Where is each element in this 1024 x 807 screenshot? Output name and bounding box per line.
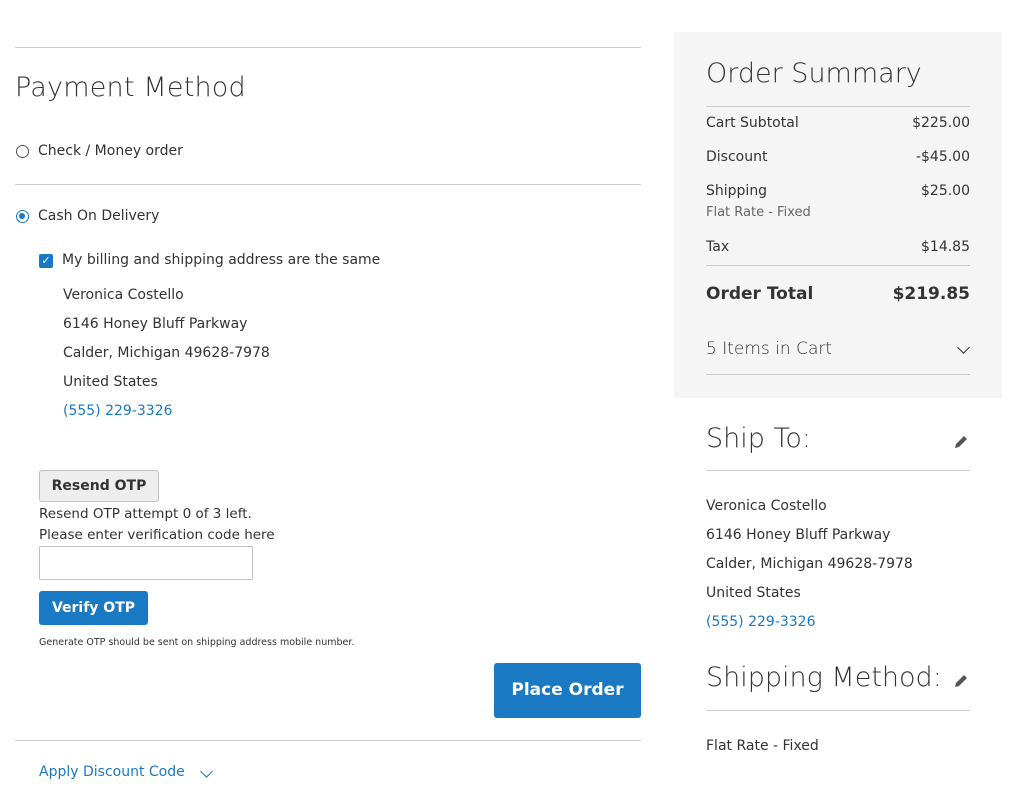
radio-check-money-order[interactable] [16, 145, 29, 158]
payment-option-check-money-order[interactable]: Check / Money order [15, 142, 315, 162]
verify-otp-button[interactable]: Verify OTP [39, 591, 148, 625]
summary-row-value: -$45.00 [915, 149, 970, 165]
items-in-cart-label: 5 Items in Cart [706, 339, 833, 359]
payment-method-title: Payment Method [15, 72, 246, 103]
radio-cash-on-delivery[interactable] [16, 210, 29, 223]
chevron-down-icon [200, 765, 213, 778]
chevron-down-icon [957, 341, 970, 354]
resend-otp-attempt-text: Resend OTP attempt 0 of 3 left. [39, 506, 252, 522]
summary-row-label: Cart Subtotal [706, 115, 799, 131]
otp-code-input[interactable] [39, 546, 253, 580]
billing-name: Veronica Costello [63, 287, 184, 303]
summary-row-value: $25.00 [921, 183, 970, 199]
ship-to-country: United States [706, 585, 801, 601]
summary-row-sublabel: Flat Rate - Fixed [706, 205, 811, 220]
billing-street: 6146 Honey Bluff Parkway [63, 316, 248, 332]
summary-row-label: Shipping [706, 183, 768, 199]
items-divider [706, 374, 970, 375]
summary-row-value: $225.00 [912, 115, 970, 131]
order-summary-title: Order Summary [706, 58, 922, 89]
ship-to-street: 6146 Honey Bluff Parkway [706, 527, 891, 543]
ship-to-city-line: Calder, Michigan 49628-7978 [706, 556, 913, 572]
top-divider [15, 47, 641, 48]
otp-note: Generate OTP should be sent on shipping … [39, 637, 355, 648]
items-in-cart-toggle[interactable]: 5 Items in Cart [706, 338, 970, 364]
shipping-method-title: Shipping Method: [706, 662, 942, 693]
place-order-button[interactable]: Place Order [494, 663, 641, 718]
edit-pencil-icon[interactable] [952, 433, 970, 451]
ship-to-phone-link[interactable]: (555) 229-3326 [706, 614, 816, 630]
resend-otp-button[interactable]: Resend OTP [39, 470, 159, 502]
summary-title-divider [706, 106, 970, 107]
payment-divider [15, 184, 641, 185]
summary-row-label: Discount [706, 149, 768, 165]
apply-discount-label: Apply Discount Code [39, 764, 185, 780]
shipping-method-value: Flat Rate - Fixed [706, 738, 819, 754]
summary-row-value: $14.85 [921, 239, 970, 255]
summary-total-divider [706, 265, 970, 266]
billing-city-line: Calder, Michigan 49628-7978 [63, 345, 270, 361]
order-total-label: Order Total [706, 284, 814, 304]
payment-option-cash-on-delivery[interactable]: Cash On Delivery [15, 207, 315, 227]
payment-option-label: Cash On Delivery [38, 208, 160, 224]
apply-discount-toggle[interactable]: Apply Discount Code [39, 764, 229, 784]
ship-to-divider [706, 470, 970, 471]
same-address-toggle[interactable]: ✓ My billing and shipping address are th… [39, 251, 439, 271]
same-address-label: My billing and shipping address are the … [62, 252, 381, 268]
payment-option-label: Check / Money order [38, 143, 183, 159]
billing-country: United States [63, 374, 158, 390]
shipping-method-divider [706, 710, 970, 711]
order-total-value: $219.85 [892, 284, 970, 304]
ship-to-title: Ship To: [706, 423, 811, 454]
discount-divider [15, 740, 641, 741]
summary-row-label: Tax [706, 239, 730, 255]
otp-prompt-text: Please enter verification code here [39, 527, 275, 543]
billing-phone-link[interactable]: (555) 229-3326 [63, 403, 173, 419]
same-address-checkbox[interactable]: ✓ [39, 254, 53, 268]
ship-to-name: Veronica Costello [706, 498, 827, 514]
edit-pencil-icon[interactable] [952, 672, 970, 690]
